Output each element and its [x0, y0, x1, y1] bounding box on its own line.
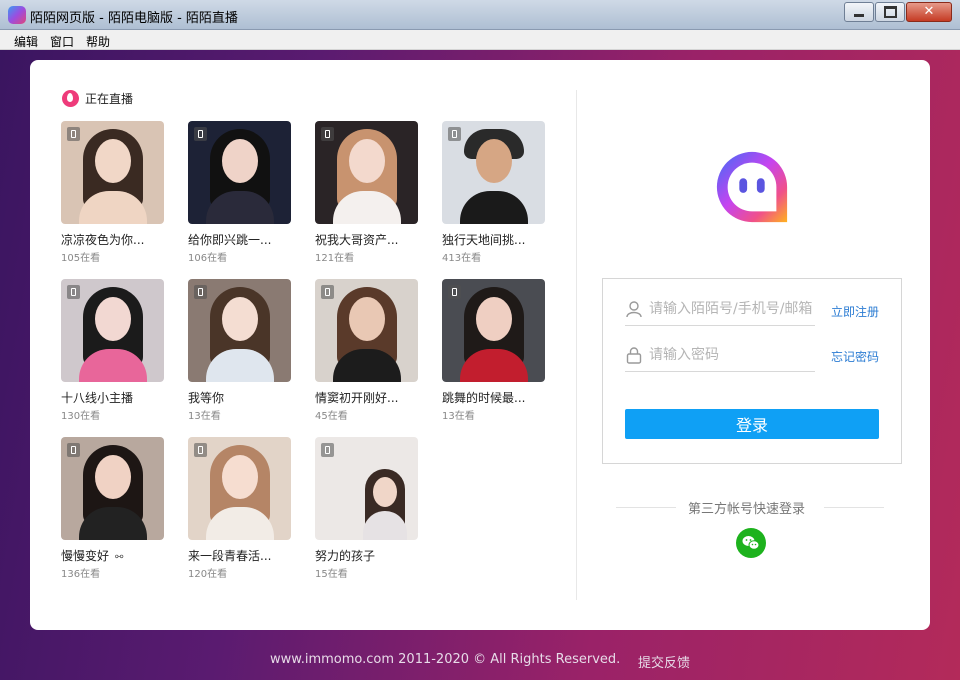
phone-icon	[448, 127, 461, 141]
live-header: 正在直播	[62, 90, 133, 107]
phone-icon	[194, 443, 207, 457]
window-titlebar: 陌陌网页版 - 陌陌电脑版 - 陌陌直播 ✕	[0, 0, 960, 30]
live-item-viewers: 121在看	[315, 253, 355, 264]
user-icon	[626, 301, 642, 318]
live-item-viewers: 105在看	[61, 253, 101, 264]
live-thumbnail[interactable]	[442, 279, 545, 382]
minimize-icon	[854, 13, 864, 17]
phone-icon	[67, 443, 80, 457]
live-item-name: 我等你	[188, 391, 225, 405]
account-input[interactable]	[649, 298, 815, 320]
phone-icon	[67, 127, 80, 141]
live-item-name: 凉凉夜色为你...	[61, 233, 145, 247]
live-thumbnail[interactable]	[315, 437, 418, 540]
wechat-login-button[interactable]	[736, 528, 766, 558]
live-thumbnail[interactable]	[315, 279, 418, 382]
live-item-viewers: 13在看	[188, 411, 221, 422]
live-item[interactable]: 十八线小主播 130在看	[61, 279, 171, 429]
live-item-name: 情窦初开刚好...	[315, 391, 399, 405]
live-section-title: 正在直播	[85, 92, 134, 106]
copyright-text: www.immomo.com 2011-2020 © All Rights Re…	[270, 652, 621, 667]
phone-icon	[321, 127, 334, 141]
register-link[interactable]: 立即注册	[831, 303, 879, 320]
live-item-viewers: 45在看	[315, 411, 348, 422]
live-item-viewers: 136在看	[61, 569, 101, 580]
live-item[interactable]: 凉凉夜色为你... 105在看	[61, 121, 171, 271]
live-item[interactable]: 我等你 13在看	[188, 279, 298, 429]
phone-icon	[321, 443, 334, 457]
live-thumbnail[interactable]	[61, 437, 164, 540]
live-item-name: 来一段青春活...	[188, 549, 272, 563]
window-controls: ✕	[843, 2, 952, 22]
live-item-name: 跳舞的时候最...	[442, 391, 526, 405]
live-item-viewers: 413在看	[442, 253, 482, 264]
link-icon: ⚯	[115, 552, 124, 563]
live-item-name: 独行天地间挑...	[442, 233, 526, 247]
live-item-viewers: 120在看	[188, 569, 228, 580]
close-icon: ✕	[923, 4, 935, 19]
live-item[interactable]: 跳舞的时候最... 13在看	[442, 279, 552, 429]
third-party-divider-right	[824, 507, 884, 508]
phone-icon	[194, 285, 207, 299]
live-item-name: 祝我大哥资产...	[315, 233, 399, 247]
live-thumbnail[interactable]	[315, 121, 418, 224]
phone-icon	[448, 285, 461, 299]
feedback-link[interactable]: 提交反馈	[638, 652, 690, 671]
live-item[interactable]: 独行天地间挑... 413在看	[442, 121, 552, 271]
live-item[interactable]: 祝我大哥资产... 121在看	[315, 121, 425, 271]
live-item-name: 给你即兴跳一...	[188, 233, 272, 247]
live-item-viewers: 130在看	[61, 411, 101, 422]
close-button[interactable]: ✕	[906, 2, 952, 22]
live-item-name: 努力的孩子	[315, 549, 376, 563]
live-item[interactable]: 慢慢变好 ⚯ 136在看	[61, 437, 171, 587]
live-thumbnail[interactable]	[188, 121, 291, 224]
live-thumbnail[interactable]	[61, 121, 164, 224]
menu-window[interactable]: 窗口	[50, 33, 74, 50]
live-drop-icon	[62, 90, 79, 107]
vertical-divider	[576, 90, 577, 600]
phone-icon	[67, 285, 80, 299]
live-item[interactable]: 来一段青春活... 120在看	[188, 437, 298, 587]
account-field	[625, 295, 815, 326]
third-party-login: 第三方帐号快速登录	[616, 498, 886, 518]
maximize-button[interactable]	[875, 2, 905, 22]
momo-logo	[716, 151, 788, 223]
main-card: 正在直播 凉凉夜色为你... 105在看 给你即兴跳一... 106在看 祝我大…	[30, 60, 930, 630]
live-item-name-text: 慢慢变好	[61, 549, 110, 563]
third-party-label: 第三方帐号快速登录	[688, 502, 806, 517]
phone-icon	[194, 127, 207, 141]
live-item[interactable]: 努力的孩子 15在看	[315, 437, 425, 587]
menu-help[interactable]: 帮助	[86, 33, 110, 50]
live-item[interactable]: 情窦初开刚好... 45在看	[315, 279, 425, 429]
forgot-password-link[interactable]: 忘记密码	[831, 348, 879, 365]
menubar: 编辑 窗口 帮助	[0, 30, 960, 50]
login-form: 立即注册 忘记密码 登录	[602, 278, 902, 464]
live-thumbnail[interactable]	[442, 121, 545, 224]
minimize-button[interactable]	[844, 2, 874, 22]
live-item-name: 慢慢变好 ⚯	[61, 547, 123, 564]
footer: www.immomo.com 2011-2020 © All Rights Re…	[0, 650, 960, 671]
live-item-viewers: 15在看	[315, 569, 348, 580]
window-title: 陌陌网页版 - 陌陌电脑版 - 陌陌直播	[30, 11, 238, 26]
live-thumbnail[interactable]	[61, 279, 164, 382]
maximize-icon	[883, 6, 897, 18]
live-thumbnail[interactable]	[188, 279, 291, 382]
menu-edit[interactable]: 编辑	[14, 33, 38, 50]
wechat-icon	[742, 536, 760, 550]
momo-app-icon	[8, 6, 26, 24]
lock-icon	[626, 347, 642, 364]
phone-icon	[321, 285, 334, 299]
live-item[interactable]: 给你即兴跳一... 106在看	[188, 121, 298, 271]
live-item-name: 十八线小主播	[61, 391, 134, 405]
password-field	[625, 341, 815, 372]
login-button[interactable]: 登录	[625, 409, 879, 439]
live-item-viewers: 106在看	[188, 253, 228, 264]
third-party-divider-left	[616, 507, 676, 508]
live-item-viewers: 13在看	[442, 411, 475, 422]
password-input[interactable]	[649, 344, 815, 366]
live-thumbnail[interactable]	[188, 437, 291, 540]
